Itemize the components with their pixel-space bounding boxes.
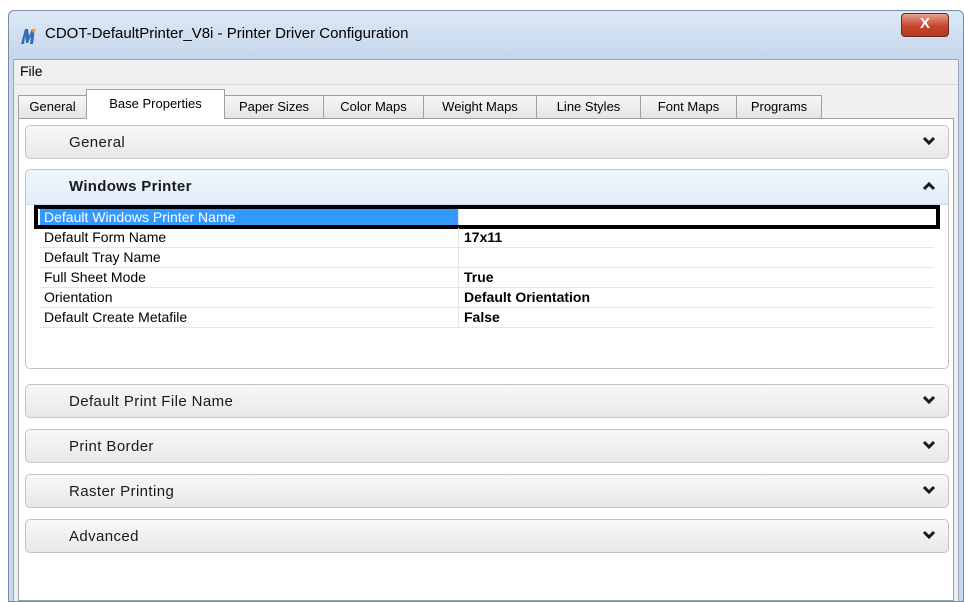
section-windows-printer-header[interactable]: Windows Printer (26, 170, 948, 205)
property-name: Default Create Metafile (40, 308, 459, 327)
tab-label: General (29, 99, 76, 114)
property-value[interactable]: True (460, 268, 934, 287)
property-value[interactable] (460, 208, 934, 227)
close-icon: X (919, 15, 930, 32)
property-value[interactable]: Default Orientation (460, 288, 934, 307)
tab-paper-sizes[interactable]: Paper Sizes (224, 95, 324, 118)
section-general[interactable]: General (25, 125, 949, 159)
section-label: Raster Printing (69, 483, 175, 500)
chevron-down-icon (922, 530, 936, 540)
property-row-default-tray-name[interactable]: Default Tray Name (40, 248, 934, 268)
property-name: Default Tray Name (40, 248, 459, 267)
property-name: Default Windows Printer Name (40, 208, 459, 227)
section-label: Windows Printer (69, 178, 192, 195)
tab-weight-maps[interactable]: Weight Maps (423, 95, 537, 118)
close-button[interactable]: X (901, 13, 949, 37)
tab-label: Paper Sizes (238, 99, 310, 114)
property-name: Full Sheet Mode (40, 268, 459, 287)
tab-strip: General Base Properties Paper Sizes Colo… (18, 89, 954, 119)
tab-label: Base Properties (109, 96, 202, 111)
property-grid: Default Windows Printer Name Default For… (34, 205, 940, 328)
chevron-down-icon (922, 136, 936, 146)
section-windows-printer: Windows Printer Default Windows Printer … (25, 169, 949, 369)
property-row-default-windows-printer-name[interactable]: Default Windows Printer Name (34, 205, 940, 229)
property-row-orientation[interactable]: Orientation Default Orientation (40, 288, 934, 308)
tab-font-maps[interactable]: Font Maps (640, 95, 737, 118)
tab-line-styles[interactable]: Line Styles (536, 95, 641, 118)
base-properties-panel: General Windows Printer Default Windows … (18, 118, 954, 601)
section-advanced[interactable]: Advanced (25, 519, 949, 553)
tab-label: Weight Maps (442, 99, 518, 114)
chevron-down-icon (922, 395, 936, 405)
property-name: Orientation (40, 288, 459, 307)
section-raster-printing[interactable]: Raster Printing (25, 474, 949, 508)
section-label: Print Border (69, 438, 154, 455)
tab-general[interactable]: General (18, 95, 87, 118)
property-value[interactable]: 17x11 (460, 228, 934, 247)
tab-label: Programs (750, 99, 808, 114)
menu-file[interactable]: File (20, 63, 43, 79)
section-default-print-file-name[interactable]: Default Print File Name (25, 384, 949, 418)
tab-label: Font Maps (657, 99, 720, 114)
chevron-down-icon (922, 485, 936, 495)
section-label: Default Print File Name (69, 393, 234, 410)
tab-base-properties[interactable]: Base Properties (86, 89, 225, 119)
tab-label: Line Styles (556, 99, 621, 114)
section-label: General (69, 134, 126, 151)
section-print-border[interactable]: Print Border (25, 429, 949, 463)
property-row-default-form-name[interactable]: Default Form Name 17x11 (40, 228, 934, 248)
section-label: Advanced (69, 528, 139, 545)
property-value[interactable]: False (460, 308, 934, 327)
client-area: File General Base Properties Paper Sizes… (13, 59, 959, 601)
title-bar[interactable]: CDOT-DefaultPrinter_V8i - Printer Driver… (9, 11, 963, 59)
menu-bar: File (14, 60, 958, 85)
chevron-down-icon (922, 440, 936, 450)
property-value[interactable] (460, 248, 934, 267)
property-row-default-create-metafile[interactable]: Default Create Metafile False (40, 308, 934, 328)
window-title: CDOT-DefaultPrinter_V8i - Printer Driver… (45, 25, 409, 42)
chevron-up-icon (922, 181, 936, 191)
property-name: Default Form Name (40, 228, 459, 247)
tab-label: Color Maps (340, 99, 407, 114)
property-row-full-sheet-mode[interactable]: Full Sheet Mode True (40, 268, 934, 288)
microstation-app-icon (21, 29, 36, 44)
tab-color-maps[interactable]: Color Maps (323, 95, 424, 118)
printer-driver-config-window: CDOT-DefaultPrinter_V8i - Printer Driver… (8, 10, 964, 602)
tab-programs[interactable]: Programs (736, 95, 822, 118)
